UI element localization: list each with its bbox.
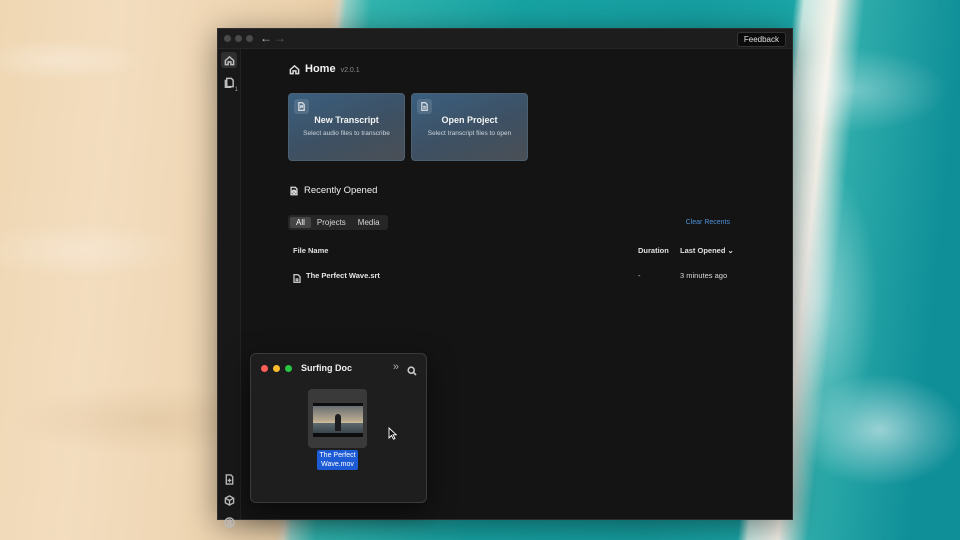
tab-all[interactable]: All [290, 217, 311, 228]
double-chevron-right-icon[interactable]: » [393, 361, 399, 373]
recent-file-name[interactable]: The Perfect Wave.srt [306, 271, 380, 280]
tab-media[interactable]: Media [352, 217, 386, 228]
audio-file-icon [298, 102, 305, 111]
version-label: v2.0.1 [340, 66, 360, 74]
finder-minimize-button[interactable] [273, 365, 280, 372]
section-title: Recently Opened [304, 185, 378, 196]
cube-icon [224, 494, 234, 506]
video-file-tile[interactable] [308, 389, 367, 448]
sidebar-account-button[interactable] [221, 514, 237, 530]
home-icon [224, 55, 234, 65]
search-icon [407, 366, 417, 376]
tab-projects[interactable]: Projects [311, 217, 352, 228]
column-header-file-name[interactable]: File Name [293, 246, 328, 255]
video-file-name[interactable]: The Perfect Wave.mov [317, 450, 358, 470]
window-zoom-button[interactable] [246, 35, 253, 42]
sidebar: 1 [218, 49, 241, 528]
export-file-icon [225, 473, 233, 485]
recent-file-duration: - [638, 271, 641, 280]
recent-section-header: Recently Opened [289, 185, 377, 196]
forward-arrow-icon[interactable]: → [274, 31, 286, 45]
finder-close-button[interactable] [261, 365, 268, 372]
card-subtitle: Select transcript files to open [427, 130, 512, 137]
recent-files-icon [290, 186, 298, 195]
page-header: Home v2.0.1 [289, 63, 360, 75]
feedback-button[interactable]: Feedback [736, 32, 786, 47]
home-icon [289, 64, 300, 74]
recent-filter-tabs: All Projects Media [288, 215, 388, 230]
mouse-cursor-icon [388, 427, 397, 440]
card-title: New Transcript [314, 115, 379, 125]
sidebar-plugins-button[interactable] [221, 492, 237, 508]
window-close-button[interactable] [224, 35, 231, 42]
sidebar-export-button[interactable] [221, 471, 237, 487]
back-arrow-icon[interactable]: ← [260, 31, 272, 45]
column-header-duration[interactable]: Duration [638, 246, 669, 255]
document-icon [421, 102, 428, 111]
finder-search-button[interactable] [407, 363, 417, 381]
chevron-down-icon: ⌄ [727, 246, 734, 255]
page-title: Home [305, 63, 336, 75]
window-minimize-button[interactable] [235, 35, 242, 42]
card-subtitle: Select audio files to transcribe [303, 130, 390, 137]
new-transcript-card[interactable]: New Transcript Select audio files to tra… [288, 93, 405, 161]
card-title: Open Project [441, 115, 498, 125]
finder-window: Surfing Doc » The Perfect Wave.mov [250, 353, 427, 503]
srt-file-icon [293, 270, 301, 288]
sidebar-home-button[interactable] [221, 52, 237, 68]
finder-zoom-button[interactable] [285, 365, 292, 372]
sidebar-files-button[interactable]: 1 [221, 74, 238, 93]
clear-recents-link[interactable]: Clear Recents [686, 219, 730, 226]
recent-file-last-opened: 3 minutes ago [680, 271, 728, 280]
user-icon [223, 516, 235, 528]
files-icon [224, 77, 234, 88]
recent-count-badge: 1 [234, 87, 238, 93]
open-project-card[interactable]: Open Project Select transcript files to … [411, 93, 528, 161]
title-bar[interactable]: ← → Feedback [218, 29, 792, 49]
finder-title: Surfing Doc [301, 363, 352, 373]
video-thumbnail [313, 403, 363, 437]
column-header-last-opened[interactable]: Last Opened ⌄ [680, 246, 734, 255]
